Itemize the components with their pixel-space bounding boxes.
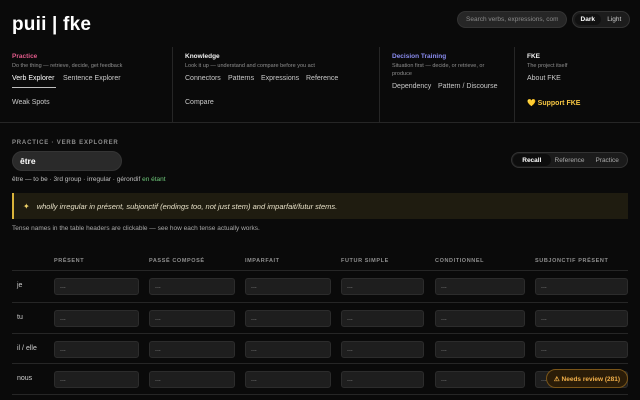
nav-column-fke: FKE The project itself About FKE 💛 Suppo… (514, 47, 640, 123)
nav-sentence-explorer[interactable]: Sentence Explorer (63, 75, 121, 82)
conjugation-input-subjonctif-present[interactable]: ... (535, 278, 628, 295)
pronoun-label: nous (17, 375, 33, 382)
nav-fke-subtitle: The project itself (527, 63, 568, 69)
conjugation-input-present[interactable]: ... (54, 371, 139, 388)
verb-meta-text: être — to be · 3rd group · irregular · g… (12, 176, 141, 183)
theme-light-button[interactable]: Light (602, 14, 628, 25)
nav-pattern-discourse[interactable]: Pattern / Discourse (438, 83, 498, 90)
verb-input[interactable] (12, 151, 122, 171)
mode-practice[interactable]: Practice (588, 154, 626, 166)
table-hint: Tense names in the table headers are cli… (12, 225, 260, 232)
nav-verb-explorer[interactable]: Verb Explorer (12, 75, 54, 82)
conjugation-input-futur-simple[interactable]: ... (341, 371, 424, 388)
pronoun-label: il / elle (17, 345, 37, 352)
support-label: Support FKE (537, 100, 581, 107)
verb-gerondif: en étant (142, 176, 166, 183)
conjugation-input-passe-compose[interactable]: ... (149, 341, 235, 358)
header-passe-compose[interactable]: PASSÉ COMPOSÉ (149, 258, 205, 264)
irregularity-note: ✦ wholly irregular in présent, subjoncti… (12, 193, 628, 219)
nav-decision-subtitle-line2: produce (392, 71, 412, 77)
nav-weak-spots[interactable]: Weak Spots (12, 99, 50, 106)
nav-practice-subtitle: Do the thing — retrieve, decide, get fee… (12, 63, 123, 69)
table-row-divider (12, 270, 628, 271)
header-present[interactable]: PRÉSENT (54, 258, 84, 264)
nav-decision-subtitle-line1: Situation first — decide, or retrieve, o… (392, 63, 485, 69)
conjugation-input-futur-simple[interactable]: ... (341, 341, 424, 358)
header-conditionnel[interactable]: CONDITIONNEL (435, 258, 484, 264)
nav-knowledge-subtitle: Look it up — understand and compare befo… (185, 63, 315, 69)
conjugation-input-passe-compose[interactable]: ... (149, 371, 235, 388)
heart-icon: 💛 (527, 100, 536, 107)
nav-fke-title: FKE (527, 53, 540, 60)
note-text: wholly irregular in présent, subjonctif … (36, 201, 338, 211)
main-nav: Practice Do the thing — retrieve, decide… (0, 47, 640, 123)
header-subjonctif-present[interactable]: SUBJONCTIF PRÉSENT (535, 258, 608, 264)
pronoun-label: je (17, 282, 23, 289)
nav-reference[interactable]: Reference (306, 75, 338, 82)
header-imparfait[interactable]: IMPARFAIT (245, 258, 280, 264)
nav-expressions[interactable]: Expressions (261, 75, 299, 82)
nav-dependency[interactable]: Dependency (392, 83, 431, 90)
nav-decision-subtitle: Situation first — decide, or retrieve, o… (392, 62, 484, 78)
conjugation-input-futur-simple[interactable]: ... (341, 310, 424, 327)
theme-toggle[interactable]: Dark Light (572, 11, 630, 28)
needs-review-button[interactable]: ⚠ Needs review (281) (546, 369, 628, 388)
conjugation-input-imparfait[interactable]: ... (245, 310, 331, 327)
section-label: PRACTICE · VERB EXPLORER (12, 140, 119, 146)
sparkle-icon: ✦ (23, 201, 30, 211)
nav-column-decision: Decision Training Situation first — deci… (379, 47, 514, 123)
pronoun-label: tu (17, 314, 23, 321)
conjugation-input-conditionnel[interactable]: ... (435, 310, 525, 327)
conjugation-input-passe-compose[interactable]: ... (149, 310, 235, 327)
conjugation-input-present[interactable]: ... (54, 341, 139, 358)
nav-support-fke[interactable]: 💛 Support FKE (527, 99, 580, 107)
nav-column-knowledge: Knowledge Look it up — understand and co… (172, 47, 379, 123)
table-row-divider (12, 363, 628, 364)
conjugation-input-present[interactable]: ... (54, 278, 139, 295)
mode-switcher[interactable]: Recall Reference Practice (511, 152, 628, 168)
table-row-divider (12, 394, 628, 395)
active-underline (12, 87, 56, 88)
conjugation-input-imparfait[interactable]: ... (245, 278, 331, 295)
conjugation-input-subjonctif-present[interactable]: ... (535, 341, 628, 358)
nav-compare[interactable]: Compare (185, 99, 214, 106)
conjugation-input-conditionnel[interactable]: ... (435, 371, 525, 388)
conjugation-input-futur-simple[interactable]: ... (341, 278, 424, 295)
app-logo[interactable]: puii | fke (12, 14, 91, 36)
nav-patterns[interactable]: Patterns (228, 75, 254, 82)
conjugation-input-imparfait[interactable]: ... (245, 341, 331, 358)
nav-decision-title: Decision Training (392, 53, 447, 60)
conjugation-input-subjonctif-present[interactable]: ... (535, 310, 628, 327)
mode-recall[interactable]: Recall (513, 154, 551, 166)
mode-reference[interactable]: Reference (551, 154, 589, 166)
search-input[interactable] (457, 11, 567, 28)
nav-knowledge-title: Knowledge (185, 53, 220, 60)
conjugation-input-imparfait[interactable]: ... (245, 371, 331, 388)
header-futur-simple[interactable]: FUTUR SIMPLE (341, 258, 389, 264)
conjugation-input-passe-compose[interactable]: ... (149, 278, 235, 295)
nav-column-practice: Practice Do the thing — retrieve, decide… (0, 47, 172, 123)
nav-practice-title: Practice (12, 53, 38, 60)
theme-dark-button[interactable]: Dark (575, 14, 601, 25)
conjugation-input-conditionnel[interactable]: ... (435, 341, 525, 358)
conjugation-input-conditionnel[interactable]: ... (435, 278, 525, 295)
nav-connectors[interactable]: Connectors (185, 75, 221, 82)
table-row-divider (12, 333, 628, 334)
nav-about-fke[interactable]: About FKE (527, 75, 561, 82)
conjugation-input-present[interactable]: ... (54, 310, 139, 327)
verb-meta: être — to be · 3rd group · irregular · g… (12, 176, 166, 183)
table-row-divider (12, 302, 628, 303)
